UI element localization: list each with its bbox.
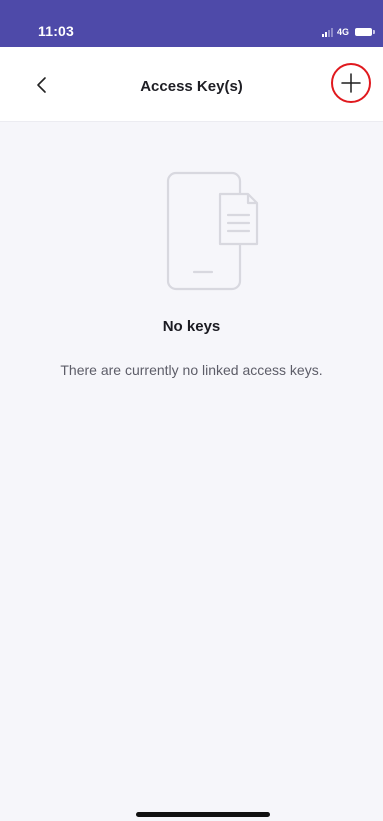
network-type: 4G (336, 27, 349, 37)
battery-icon (355, 28, 375, 36)
empty-state-message: There are currently no linked access key… (60, 362, 323, 378)
phone-document-icon (166, 171, 259, 291)
status-indicators: 4G (321, 25, 375, 39)
signal-icon (321, 27, 333, 37)
navigation-bar: Access Key(s) (0, 47, 383, 122)
empty-state-title: No keys (162, 318, 221, 335)
status-time: 11:03 (38, 23, 75, 39)
status-bar: 11:03 4G (0, 0, 383, 47)
page-title: Access Key(s) (140, 78, 243, 95)
add-key-button[interactable] (331, 63, 371, 103)
home-indicator[interactable] (136, 812, 270, 817)
plus-icon (341, 73, 361, 93)
